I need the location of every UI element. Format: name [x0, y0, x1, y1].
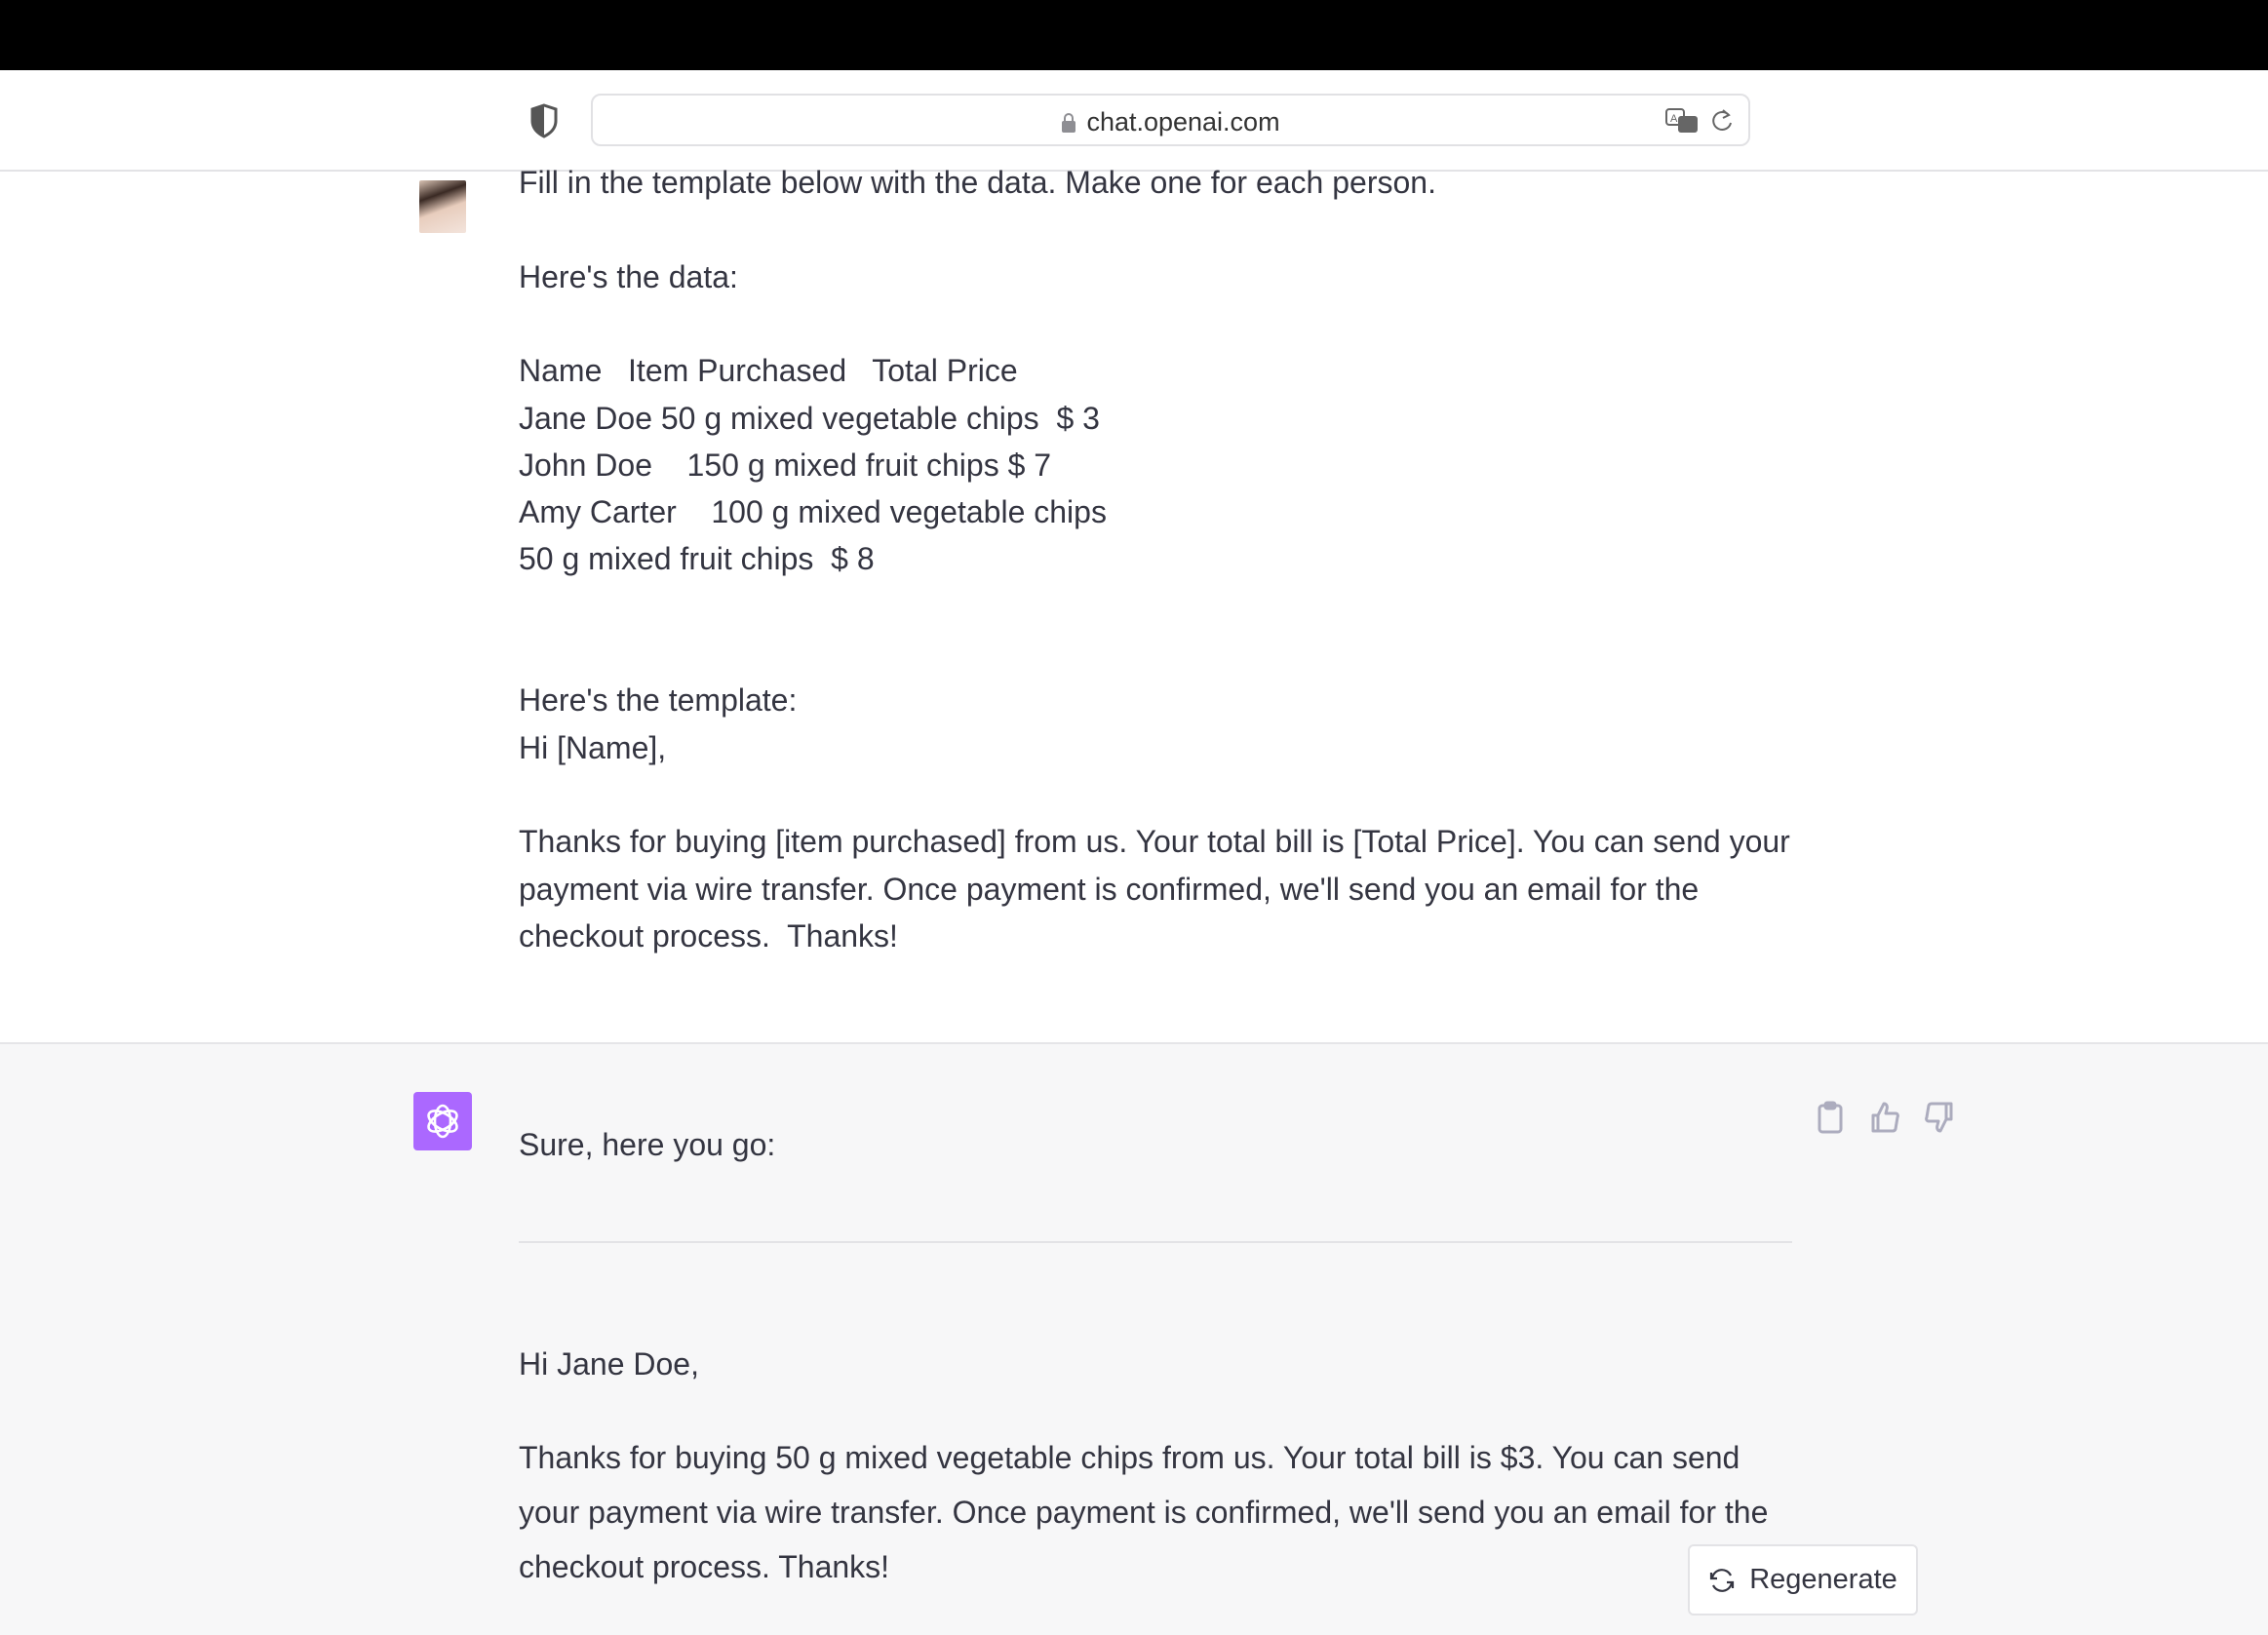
url-text[interactable]: chat.openai.com — [593, 107, 1748, 137]
user-message-line: Hi [Name], — [519, 729, 667, 765]
regenerate-icon — [1710, 1568, 1735, 1592]
user-avatar — [419, 180, 466, 233]
thumbs-up-icon[interactable] — [1870, 1101, 1899, 1134]
svg-text:A: A — [1670, 113, 1678, 125]
copy-clipboard-icon[interactable] — [1816, 1101, 1845, 1134]
chatgpt-logo-avatar — [413, 1092, 472, 1150]
assistant-intro: Sure, here you go: — [519, 1127, 776, 1162]
user-message-line: Thanks for buying [item purchased] from … — [519, 824, 1790, 860]
openai-logo-icon — [427, 1104, 458, 1139]
regenerate-label: Regenerate — [1749, 1564, 1897, 1595]
user-message-line: John Doe 150 g mixed fruit chips $ 7 — [519, 447, 1052, 483]
user-message-line: Here's the data: — [519, 258, 738, 294]
translate-icon[interactable]: A — [1664, 107, 1700, 135]
thumbs-down-icon[interactable] — [1925, 1101, 1954, 1134]
divider — [519, 1241, 1792, 1243]
message-actions — [1816, 1101, 1954, 1134]
regenerate-button[interactable]: Regenerate — [1688, 1544, 1918, 1616]
address-bar[interactable]: chat.openai.com A — [591, 94, 1750, 146]
user-message-line: Here's the template: — [519, 682, 798, 719]
lock-icon — [1062, 113, 1076, 133]
user-message-line: checkout process. Thanks! — [519, 917, 898, 954]
browser-toolbar: chat.openai.com A — [0, 70, 2268, 172]
shield-icon[interactable] — [530, 103, 558, 138]
response-greeting: Hi Jane Doe, — [519, 1346, 699, 1382]
user-message: Fill in the template below with the data… — [0, 165, 2268, 1044]
response-body: Thanks for buying 50 g mixed vegetable c… — [519, 1440, 1769, 1584]
user-message-line: Amy Carter 100 g mixed vegetable chips — [519, 494, 1107, 530]
reload-icon[interactable] — [1709, 107, 1735, 135]
top-black-bar — [0, 0, 2268, 70]
user-message-line: 50 g mixed fruit chips $ 8 — [519, 541, 875, 577]
user-message-line: Name Item Purchased Total Price — [519, 353, 1018, 389]
user-message-line: Fill in the template below with the data… — [519, 165, 1436, 200]
url-label: chat.openai.com — [1086, 107, 1280, 136]
assistant-message: Sure, here you go: Hi Jane Doe, Thanks f… — [0, 1044, 2268, 1635]
user-message-line: payment via wire transfer. Once payment … — [519, 871, 1700, 907]
user-message-line: Jane Doe 50 g mixed vegetable chips $ 3 — [519, 400, 1100, 436]
